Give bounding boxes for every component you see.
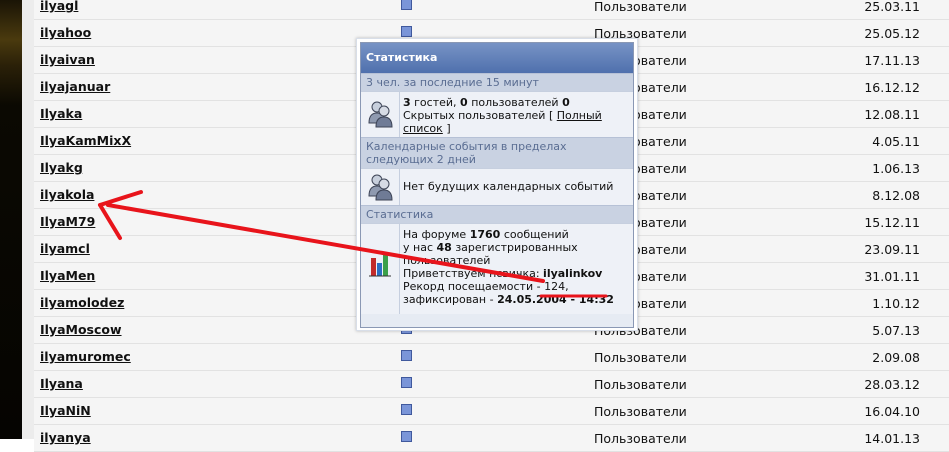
member-join-date: 1.06.13 (872, 161, 920, 176)
member-join-date: 1.10.12 (872, 296, 920, 311)
member-name-link[interactable]: IlyaKamMixX (40, 133, 131, 148)
calendar-text: Нет будущих календарных событий (403, 180, 614, 193)
record-prefix: Рекорд посещаемости - (403, 280, 541, 293)
member-row: ilyagl Пользователи 25.03.11 (34, 0, 949, 20)
welcome-prefix: Приветствуем нсвичка: (403, 267, 540, 280)
member-join-date: 17.11.13 (864, 53, 920, 68)
member-name-link[interactable]: IlyaMen (40, 268, 95, 283)
member-name-link[interactable]: ilyagl (40, 0, 78, 13)
record-count: 124, (544, 280, 569, 293)
registered-count: 48 (436, 241, 452, 254)
member-row: IlyaNiN Пользователи 16.04.10 (34, 398, 949, 425)
statistics-panel: Статистика 3 чел. за последние 15 минут … (356, 38, 638, 331)
member-row: ilyamuromec Пользователи 2.09.08 (34, 344, 949, 371)
users-icon (361, 169, 400, 205)
member-name-link[interactable]: ilyaivan (40, 52, 95, 67)
message-icon[interactable] (401, 404, 412, 415)
online-text: 3 гостей, 0 пользователей 0 Скрытых поль… (403, 92, 633, 139)
message-icon[interactable] (401, 377, 412, 388)
member-name-link[interactable]: IlyaNiN (40, 403, 91, 418)
board-stats-section-body: На форуме 1760 сообщений у нас 48 зареги… (361, 223, 633, 314)
member-group: Пользователи (594, 377, 687, 392)
member-name-link[interactable]: IlyaMoscow (40, 322, 122, 337)
member-name-link[interactable]: ilyamolodez (40, 295, 124, 310)
message-icon[interactable] (401, 0, 412, 10)
member-name-link[interactable]: Ilyana (40, 376, 83, 391)
member-name-link[interactable]: ilyahoo (40, 25, 91, 40)
posts-prefix: На форуме (403, 228, 467, 241)
message-icon[interactable] (401, 350, 412, 361)
posts-suffix: сообщений (503, 228, 569, 241)
member-join-date: 2.09.08 (872, 350, 920, 365)
member-name-link[interactable]: ilyamcl (40, 241, 90, 256)
member-group: Пользователи (594, 350, 687, 365)
member-name-link[interactable]: ilyakola (40, 187, 94, 202)
message-icon[interactable] (401, 26, 412, 37)
background-strip (0, 0, 22, 439)
online-section-title: 3 чел. за последние 15 минут (361, 73, 633, 91)
member-join-date: 23.09.11 (864, 242, 920, 257)
member-join-date: 31.01.11 (864, 269, 920, 284)
member-name-link[interactable]: Ilyakg (40, 160, 83, 175)
board-stats-section-title: Статистика (361, 205, 633, 223)
member-join-date: 25.05.12 (864, 26, 920, 41)
member-name-link[interactable]: ilyanya (40, 430, 91, 445)
users-count: 0 (460, 96, 468, 109)
member-name-link[interactable]: Ilyaka (40, 106, 82, 121)
member-join-date: 25.03.11 (864, 0, 920, 14)
hidden-count: 0 (562, 96, 570, 109)
statistics-header: Статистика (361, 43, 633, 73)
online-section-body: 3 гостей, 0 пользователей 0 Скрытых поль… (361, 91, 633, 137)
bracket-close: ] (446, 122, 451, 135)
member-name-link[interactable]: ilyamuromec (40, 349, 131, 364)
users-word: пользователей (471, 96, 559, 109)
member-join-date: 5.07.13 (872, 323, 920, 338)
calendar-section-body: Нет будущих календарных событий (361, 168, 633, 205)
member-name-link[interactable]: ilyajanuar (40, 79, 110, 94)
member-join-date: 12.08.11 (864, 107, 920, 122)
member-join-date: 15.12.11 (864, 215, 920, 230)
member-group: Пользователи (594, 0, 687, 14)
statistics-inner: Статистика 3 чел. за последние 15 минут … (360, 42, 634, 328)
bar-chart-icon (361, 224, 400, 314)
posts-count: 1760 (469, 228, 501, 241)
newest-member-link[interactable]: ilyalinkov (543, 267, 602, 280)
member-name-link[interactable]: IlyaM79 (40, 214, 95, 229)
record-date: 24.05.2004 - 14:32 (497, 293, 614, 306)
member-join-date: 28.03.12 (864, 377, 920, 392)
member-join-date: 8.12.08 (872, 188, 920, 203)
member-join-date: 16.04.10 (864, 404, 920, 419)
record-fixed: зафиксирован - (403, 293, 494, 306)
hidden-users-label: Скрытых пользователей [ (403, 109, 554, 122)
calendar-section-title: Календарные события в пределах следующих… (361, 137, 633, 168)
guests-count: 3 (403, 96, 411, 109)
message-icon[interactable] (401, 431, 412, 442)
member-join-date: 4.05.11 (872, 134, 920, 149)
users-icon (361, 92, 400, 137)
member-row: Ilyana Пользователи 28.03.12 (34, 371, 949, 398)
registered-prefix: у нас (403, 241, 433, 254)
member-group: Пользователи (594, 404, 687, 419)
guests-word: гостей, (414, 96, 457, 109)
board-stats-text: На форуме 1760 сообщений у нас 48 зареги… (403, 224, 633, 310)
member-join-date: 16.12.12 (864, 80, 920, 95)
